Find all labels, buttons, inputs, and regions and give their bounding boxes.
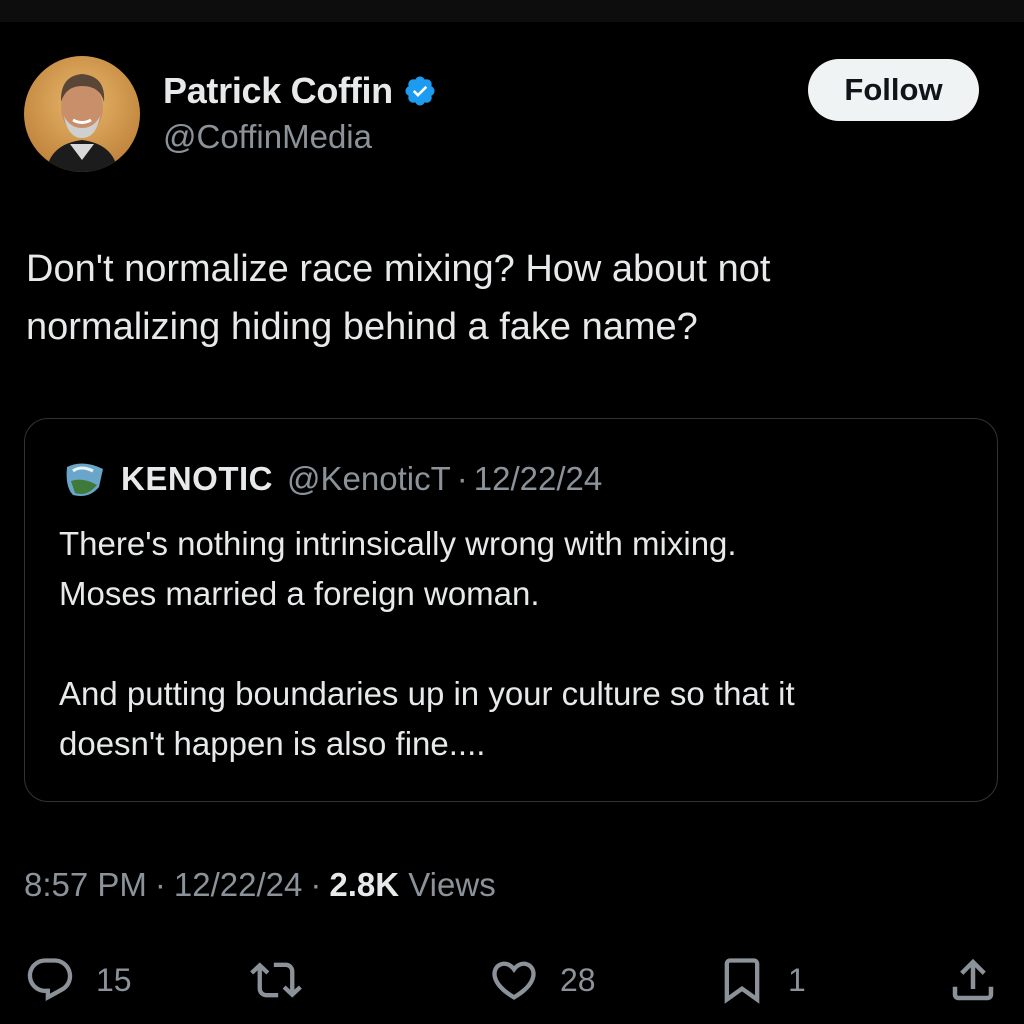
- quoted-author-avatar[interactable]: [63, 457, 107, 501]
- tweet-date[interactable]: 12/22/24: [174, 866, 302, 903]
- tweet-actions-bar: 15 28 1: [0, 950, 1024, 1010]
- author-avatar[interactable]: [24, 56, 140, 172]
- bookmark-button[interactable]: 1: [716, 950, 806, 1010]
- quoted-tweet-text: There's nothing intrinsically wrong with…: [59, 525, 795, 762]
- bookmark-icon: [724, 958, 760, 1004]
- author-handle[interactable]: @CoffinMedia: [163, 118, 372, 156]
- like-count: 28: [560, 961, 596, 998]
- quoted-author-handle[interactable]: @KenoticT: [287, 460, 451, 498]
- meta-separator: ·: [154, 866, 166, 903]
- reply-count: 15: [96, 961, 132, 998]
- like-button[interactable]: 28: [488, 950, 596, 1010]
- views-count: 2.8K: [329, 866, 400, 903]
- verified-badge-icon: [403, 74, 437, 108]
- follow-button[interactable]: Follow: [808, 59, 979, 121]
- quoted-separator: ·: [456, 460, 468, 497]
- tweet-text: Don't normalize race mixing? How about n…: [26, 248, 771, 348]
- tweet-meta: 8:57 PM · 12/22/24 · 2.8K Views: [24, 866, 496, 904]
- repost-button[interactable]: [248, 950, 324, 1010]
- repost-icon: [250, 962, 302, 998]
- avatar-image: [24, 56, 140, 172]
- reply-icon: [27, 958, 73, 1002]
- share-icon: [952, 958, 994, 1001]
- author-display-name[interactable]: Patrick Coffin: [163, 70, 393, 112]
- quoted-author-name[interactable]: KENOTIC: [121, 460, 273, 498]
- meta-separator-2: ·: [310, 866, 322, 903]
- quoted-tweet-date: 12/22/24: [473, 460, 603, 497]
- like-icon: [492, 961, 536, 1000]
- tweet-time[interactable]: 8:57 PM: [24, 866, 147, 903]
- share-button[interactable]: [946, 950, 1020, 1010]
- quoted-tweet-header: KENOTIC @KenoticT · 12/22/24: [63, 457, 602, 501]
- bookmark-count: 1: [788, 961, 806, 998]
- status-bar: [0, 0, 1024, 22]
- author-name-row: Patrick Coffin: [163, 68, 437, 114]
- views-label: Views: [408, 866, 496, 903]
- quoted-tweet-card[interactable]: KENOTIC @KenoticT · 12/22/24 There's not…: [24, 418, 998, 802]
- reply-button[interactable]: 15: [24, 950, 132, 1010]
